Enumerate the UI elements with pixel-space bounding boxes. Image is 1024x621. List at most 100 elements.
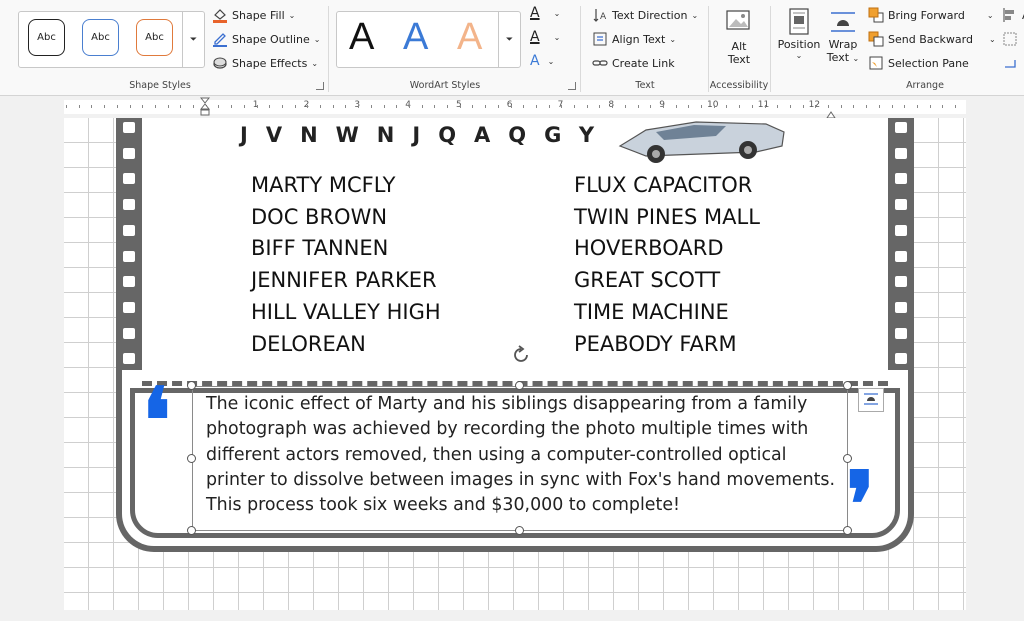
shape-styles-group-label: Shape Styles xyxy=(129,80,191,91)
resize-handle-left[interactable] xyxy=(187,454,196,463)
align-icon xyxy=(1002,7,1018,23)
wordart-style-3[interactable]: A xyxy=(457,16,482,59)
ruler-tick xyxy=(866,105,868,108)
shape-styles-gallery[interactable]: Abc Abc Abc ⏷ xyxy=(18,11,205,68)
paint-bucket-icon xyxy=(212,7,228,23)
ruler-tick xyxy=(320,105,321,108)
ruler-tick xyxy=(916,105,918,108)
word-item: DOC BROWN xyxy=(251,204,388,229)
align-text-button[interactable]: Align Text ⌄ xyxy=(592,31,676,47)
text-direction-button[interactable]: A Text Direction ⌄ xyxy=(592,7,698,23)
resize-handle-top-left[interactable] xyxy=(187,381,196,390)
film-hole xyxy=(123,353,135,365)
ruler-tick xyxy=(535,105,537,108)
film-hole xyxy=(123,224,135,236)
ruler-tick xyxy=(650,105,652,108)
wordart-style-1[interactable]: A xyxy=(349,16,374,59)
resize-handle-right[interactable] xyxy=(843,454,852,463)
resize-handle-top-right[interactable] xyxy=(843,381,852,390)
text-effects-button[interactable]: A ⌄ xyxy=(530,53,554,69)
wordart-gallery[interactable]: A A A ⏷ xyxy=(336,11,521,68)
ruler-tick xyxy=(802,105,804,108)
shape-style-sample-2[interactable]: Abc xyxy=(82,19,119,56)
ribbon: Abc Abc Abc ⏷ Shape Fill ⌄ Shape Outline… xyxy=(0,0,1024,96)
link-icon xyxy=(592,55,608,71)
quote-text-box[interactable]: The iconic effect of Marty and his sibli… xyxy=(187,381,852,535)
ruler-tick xyxy=(66,105,67,108)
ruler-tick xyxy=(777,105,779,108)
alt-text-button[interactable]: Alt Text xyxy=(718,8,760,66)
text-outline-button[interactable]: A ⌄ xyxy=(530,29,560,45)
shape-style-sample-1[interactable]: Abc xyxy=(28,19,65,56)
ruler-tick xyxy=(116,105,118,108)
chevron-down-icon: ⌄ xyxy=(986,10,994,20)
shape-effects-button[interactable]: Shape Effects ⌄ xyxy=(212,55,318,71)
resize-handle-top[interactable] xyxy=(515,381,524,390)
film-hole xyxy=(123,147,135,159)
ruler-tick xyxy=(180,105,182,108)
chevron-down-icon: ⌄ xyxy=(669,34,677,44)
filmstrip-right xyxy=(888,118,914,370)
film-hole xyxy=(895,173,907,185)
text-outline-icon: A xyxy=(530,29,540,45)
bring-forward-button[interactable]: Bring Forward ⌄ xyxy=(868,7,994,23)
group-button[interactable] xyxy=(1002,31,1018,47)
shape-fill-button[interactable]: Shape Fill ⌄ xyxy=(212,7,295,23)
ruler-tick xyxy=(193,105,194,108)
ruler-tick xyxy=(370,105,372,108)
wrap-text-button[interactable]: Wrap Text ⌄ xyxy=(824,8,862,64)
shape-outline-button[interactable]: Shape Outline ⌄ xyxy=(212,31,320,47)
shape-style-sample-3[interactable]: Abc xyxy=(136,19,173,56)
align-button[interactable]: A xyxy=(1002,7,1024,23)
resize-handle-bottom-left[interactable] xyxy=(187,526,196,535)
bring-forward-label: Bring Forward xyxy=(888,8,965,22)
film-hole xyxy=(895,147,907,159)
rotate-button[interactable] xyxy=(1002,55,1018,71)
wrap-text-label-1: Wrap xyxy=(828,38,858,51)
align-text-icon xyxy=(592,31,608,47)
create-link-button[interactable]: Create Link xyxy=(592,55,675,71)
ruler-tick xyxy=(383,105,385,108)
horizontal-ruler[interactable]: 123456789101112 xyxy=(0,96,1024,119)
bring-forward-icon xyxy=(868,7,884,23)
quote-text[interactable]: The iconic effect of Marty and his sibli… xyxy=(206,392,846,518)
gallery-more-button[interactable]: ⏷ xyxy=(182,12,204,67)
shape-styles-launcher[interactable] xyxy=(316,82,324,90)
ruler-tick xyxy=(408,105,410,108)
ruler-tick xyxy=(485,105,487,108)
right-indent-marker-icon[interactable] xyxy=(826,104,836,119)
position-button[interactable]: Position ⌄ xyxy=(776,8,822,60)
quote-line: printer to dissolve between images in sy… xyxy=(206,469,836,490)
position-label: Position xyxy=(777,38,821,51)
layout-options-icon xyxy=(863,391,879,410)
rotate-handle-icon[interactable] xyxy=(510,344,532,366)
ruler-tick xyxy=(929,105,931,108)
wordart-launcher[interactable] xyxy=(568,82,576,90)
wordart-style-2[interactable]: A xyxy=(403,16,428,59)
ruler-tick xyxy=(789,105,791,108)
wordart-more-button[interactable]: ⏷ xyxy=(498,12,520,67)
ruler-tick xyxy=(701,105,702,108)
ruler-tick xyxy=(434,105,436,108)
text-fill-icon: A xyxy=(530,5,540,21)
indent-marker-icon[interactable] xyxy=(199,97,211,117)
ruler-tick xyxy=(281,105,283,108)
text-fill-button[interactable]: A ⌄ xyxy=(530,5,560,21)
ruler-tick xyxy=(739,105,741,108)
resize-handle-bottom[interactable] xyxy=(515,526,524,535)
ruler-tick xyxy=(904,105,906,108)
send-backward-button[interactable]: Send Backward ⌄ xyxy=(868,31,996,47)
chevron-down-icon: ⌄ xyxy=(311,58,319,68)
wrap-text-label-2: Text ⌄ xyxy=(826,51,860,64)
ruler-tick xyxy=(91,105,93,108)
alt-text-label-1: Alt xyxy=(731,40,747,53)
chevron-down-icon: ⌄ xyxy=(795,51,803,60)
ruler-tick xyxy=(307,105,309,108)
shape-effects-icon xyxy=(212,55,228,71)
selection-pane-button[interactable]: Selection Pane xyxy=(868,55,969,71)
resize-handle-bottom-right[interactable] xyxy=(843,526,852,535)
document-page[interactable]: JVNWNJQAQGY MARTY MCFLY DOC BROWN BIFF T… xyxy=(64,118,966,610)
layout-options-button[interactable] xyxy=(858,388,884,412)
ruler-tick xyxy=(231,105,233,108)
word-search-letter-row: JVNWNJQAQGY xyxy=(240,123,613,147)
